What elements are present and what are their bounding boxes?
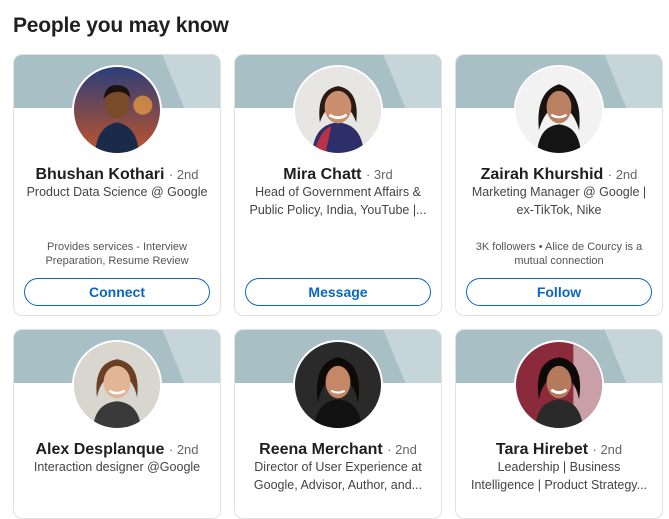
headline-line: Head of Government Affairs & [255, 185, 421, 199]
person-headline: Head of Government Affairs & Public Poli… [247, 184, 429, 219]
message-button[interactable]: Message [245, 278, 431, 306]
avatar[interactable] [293, 340, 383, 430]
headline-line: Public Policy, India, YouTube |... [249, 202, 427, 217]
headline-line: Director of User Experience at [254, 460, 422, 474]
person-name[interactable]: Zairah Khurshid [481, 166, 604, 183]
person-card[interactable]: Reena Merchant · 2nd Director of User Ex… [234, 329, 442, 519]
person-name[interactable]: Reena Merchant [259, 441, 383, 458]
person-name[interactable]: Tara Hirebet [496, 441, 588, 458]
people-grid: Bhushan Kothari · 2nd Product Data Scien… [0, 0, 669, 519]
connect-button[interactable]: Connect [24, 278, 210, 306]
connection-degree: · 2nd [607, 167, 638, 182]
connection-degree: · 2nd [168, 167, 199, 182]
insight-line: Provides services - Interview [47, 241, 187, 253]
connection-degree: · 2nd [592, 442, 623, 457]
headline-line: Leadership | Business [497, 460, 621, 474]
person-card[interactable]: Tara Hirebet · 2nd Leadership | Business… [455, 329, 663, 519]
headline-line: ex-TikTok, Nike [516, 202, 602, 217]
insight-line: 3K followers • Alice de Courcy is a [475, 241, 643, 253]
headline-line: Interaction designer @Google [33, 460, 201, 474]
insight-line: mutual connection [514, 255, 604, 267]
person-card[interactable]: Mira Chatt · 3rd Head of Government Affa… [234, 54, 442, 316]
avatar[interactable] [514, 340, 604, 430]
person-card[interactable]: Alex Desplanque · 2nd Interaction design… [13, 329, 221, 519]
connection-degree: · 3rd [365, 167, 393, 182]
person-headline: Director of User Experience at Google, A… [247, 459, 429, 494]
avatar[interactable] [293, 65, 383, 155]
connection-degree: · 2nd [387, 442, 417, 457]
person-card[interactable]: Zairah Khurshid · 2nd Marketing Manager … [455, 54, 663, 316]
connection-degree: · 2nd [168, 442, 199, 457]
person-card[interactable]: Bhushan Kothari · 2nd Product Data Scien… [13, 54, 221, 316]
person-insight: 3K followers • Alice de Courcy is a mutu… [468, 240, 650, 268]
avatar[interactable] [72, 340, 162, 430]
insight-line: Preparation, Resume Review [45, 255, 189, 267]
avatar[interactable] [514, 65, 604, 155]
person-insight: Provides services - Interview Preparatio… [26, 240, 208, 268]
headline-line: Google, Advisor, Author, and... [253, 477, 423, 492]
person-headline: Marketing Manager @ Google | ex-TikTok, … [468, 184, 650, 219]
headline-line: Intelligence | Product Strategy... [470, 477, 648, 492]
person-name[interactable]: Bhushan Kothari [36, 166, 165, 183]
person-name[interactable]: Alex Desplanque [35, 441, 164, 458]
person-name[interactable]: Mira Chatt [283, 166, 361, 183]
avatar[interactable] [72, 65, 162, 155]
follow-button[interactable]: Follow [466, 278, 652, 306]
person-headline: Product Data Science @ Google [26, 184, 208, 202]
headline-line: Product Data Science @ Google [26, 185, 208, 199]
headline-line: Marketing Manager @ Google | [471, 185, 647, 199]
person-headline: Leadership | Business Intelligence | Pro… [468, 459, 650, 494]
person-headline: Interaction designer @Google [26, 459, 208, 477]
